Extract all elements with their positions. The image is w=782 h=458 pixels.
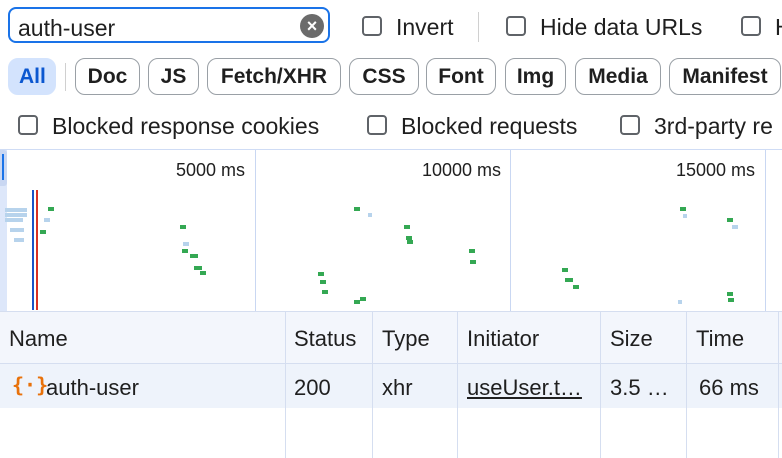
request-bar <box>470 260 476 264</box>
next-checkbox[interactable] <box>741 16 761 36</box>
filter-input[interactable]: auth-user × <box>8 7 330 43</box>
table-row[interactable]: {·} auth-user 200 xhr useUser.t… 3.5 … 6… <box>0 364 782 408</box>
filter-toolbar: auth-user × Invert Hide data URLs H <box>0 0 782 54</box>
cell-name: auth-user <box>46 375 139 400</box>
overview-tick-label: 10000 ms <box>422 160 502 180</box>
clear-icon[interactable]: × <box>300 14 324 38</box>
hide-data-urls-label: Hide data URLs <box>540 14 703 40</box>
chip-doc[interactable]: Doc <box>75 58 140 95</box>
column-header-type[interactable]: Type <box>382 326 430 352</box>
request-bar <box>732 225 738 229</box>
chip-font[interactable]: Font <box>426 58 496 95</box>
request-bar <box>200 271 206 275</box>
request-bar <box>573 285 579 289</box>
column-divider <box>778 311 779 458</box>
request-bar <box>728 298 734 302</box>
request-bar <box>320 280 326 284</box>
chip-divider <box>65 63 66 91</box>
overview-grid-line <box>765 150 766 311</box>
request-bar <box>727 218 733 222</box>
table-header: Name Status Type Initiator Size Time <box>0 311 782 364</box>
chip-js[interactable]: JS <box>148 58 199 95</box>
request-table: Name Status Type Initiator Size Time {·}… <box>0 311 782 458</box>
request-bar <box>404 225 410 229</box>
request-bar <box>183 242 189 246</box>
overview-tick-label: 15000 ms <box>676 160 756 180</box>
invert-label: Invert <box>396 14 454 40</box>
hide-data-urls-checkbox[interactable] <box>506 16 526 36</box>
column-header-initiator[interactable]: Initiator <box>467 326 539 352</box>
cell-status: 200 <box>294 375 331 400</box>
load-event-line <box>36 190 38 310</box>
overview-left-handle[interactable] <box>0 150 7 186</box>
request-bar <box>680 207 686 211</box>
third-party-label: 3rd-party re <box>654 113 773 139</box>
xhr-icon: {·} <box>12 373 49 397</box>
request-bar <box>10 228 24 232</box>
request-bar <box>5 208 27 212</box>
cell-time: 66 ms <box>699 375 759 400</box>
column-divider <box>285 311 286 458</box>
cell-size: 3.5 … <box>610 375 669 400</box>
request-bar <box>44 218 50 222</box>
column-divider <box>372 311 373 458</box>
request-bar <box>48 207 54 211</box>
request-bar <box>194 266 202 270</box>
chip-media[interactable]: Media <box>575 58 661 95</box>
next-checkbox-label: H <box>775 14 782 41</box>
request-bar <box>40 230 46 234</box>
request-bar <box>727 292 733 296</box>
cell-initiator-link[interactable]: useUser.t… <box>467 375 582 401</box>
chip-css[interactable]: CSS <box>349 58 419 95</box>
column-divider <box>686 311 687 458</box>
third-party-checkbox[interactable] <box>620 115 640 135</box>
request-bar <box>5 213 27 217</box>
overview-timeline[interactable]: 5000 ms 10000 ms 15000 ms <box>0 149 782 311</box>
column-header-time[interactable]: Time <box>696 326 744 352</box>
toolbar-divider <box>478 12 479 42</box>
blocked-cookies-checkbox[interactable] <box>18 115 38 135</box>
request-bar <box>562 268 568 272</box>
request-bar <box>322 290 328 294</box>
request-bar <box>182 249 188 253</box>
column-header-status[interactable]: Status <box>294 326 356 352</box>
request-bar <box>5 218 23 222</box>
filter-input-value: auth-user <box>18 15 116 41</box>
chip-img[interactable]: Img <box>505 58 566 95</box>
column-header-name[interactable]: Name <box>9 326 68 352</box>
request-bar <box>360 297 366 301</box>
column-header-size[interactable]: Size <box>610 326 653 352</box>
request-bar <box>678 300 682 304</box>
column-divider <box>600 311 601 458</box>
request-bar <box>318 272 324 276</box>
request-bar <box>683 214 687 218</box>
invert-checkbox[interactable] <box>362 16 382 36</box>
overview-grid-line <box>510 150 511 311</box>
blocked-requests-checkbox[interactable] <box>367 115 387 135</box>
overview-tick-label: 5000 ms <box>176 160 246 180</box>
blocked-cookies-label: Blocked response cookies <box>52 113 320 139</box>
request-bar <box>180 225 186 229</box>
overview-grid-line <box>255 150 256 311</box>
blocked-requests-label: Blocked requests <box>401 113 578 139</box>
request-bar <box>469 249 475 253</box>
chip-manifest[interactable]: Manifest <box>669 58 781 95</box>
dom-content-loaded-line <box>32 190 34 310</box>
request-bar <box>565 278 573 282</box>
request-bar <box>368 213 372 217</box>
column-divider <box>457 311 458 458</box>
request-bar <box>407 240 413 244</box>
request-bar <box>14 238 24 242</box>
cell-type: xhr <box>382 375 413 400</box>
chip-fetch-xhr[interactable]: Fetch/XHR <box>207 58 341 95</box>
chip-all[interactable]: All <box>8 58 56 95</box>
request-bar <box>354 207 360 211</box>
request-bar <box>190 254 198 258</box>
